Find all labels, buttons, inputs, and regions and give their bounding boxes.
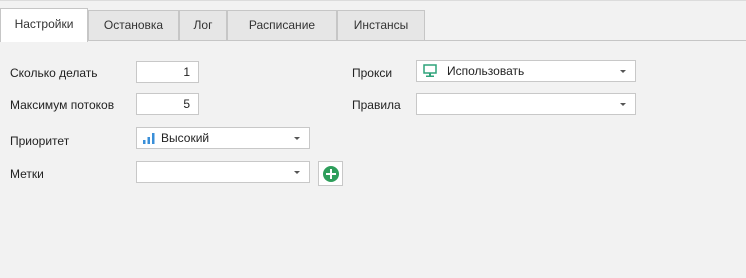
proxy-label: Прокси	[352, 66, 393, 80]
chevron-down-icon[interactable]	[294, 137, 300, 140]
count-input[interactable]: 1	[136, 61, 199, 83]
monitor-icon	[423, 64, 437, 77]
proxy-value: Использовать	[447, 64, 525, 78]
window-top-border	[0, 0, 746, 1]
tab-settings[interactable]: Настройки	[0, 8, 88, 42]
tags-label: Метки	[10, 167, 44, 181]
chevron-down-icon[interactable]	[620, 103, 626, 106]
priority-label: Приоритет	[10, 134, 70, 148]
tab-instances[interactable]: Инстансы	[337, 10, 425, 40]
tab-stop[interactable]: Остановка	[88, 10, 179, 40]
tab-label: Настройки	[14, 17, 74, 31]
tab-log[interactable]: Лог	[179, 10, 227, 40]
add-tag-button[interactable]	[318, 161, 343, 186]
max-threads-input[interactable]: 5	[136, 93, 199, 115]
rules-label: Правила	[352, 98, 401, 112]
tab-schedule[interactable]: Расписание	[227, 10, 337, 40]
max-threads-value: 5	[183, 97, 190, 111]
tab-label: Инстансы	[353, 18, 409, 32]
max-threads-label: Максимум потоков	[10, 98, 115, 112]
tab-label: Расписание	[248, 18, 316, 32]
proxy-select[interactable]: Использовать	[416, 60, 636, 82]
tab-strip-divider	[0, 40, 746, 41]
count-label: Сколько делать	[10, 66, 98, 80]
tab-label: Остановка	[103, 18, 164, 32]
tab-label: Лог	[193, 18, 213, 32]
signal-bars-icon	[143, 133, 155, 144]
priority-select[interactable]: Высокий	[136, 127, 310, 149]
chevron-down-icon[interactable]	[620, 70, 626, 73]
chevron-down-icon[interactable]	[294, 171, 300, 174]
count-value: 1	[183, 65, 190, 79]
priority-value: Высокий	[161, 131, 210, 145]
plus-circle-icon	[323, 166, 339, 182]
tags-select[interactable]	[136, 161, 310, 183]
rules-select[interactable]	[416, 93, 636, 115]
